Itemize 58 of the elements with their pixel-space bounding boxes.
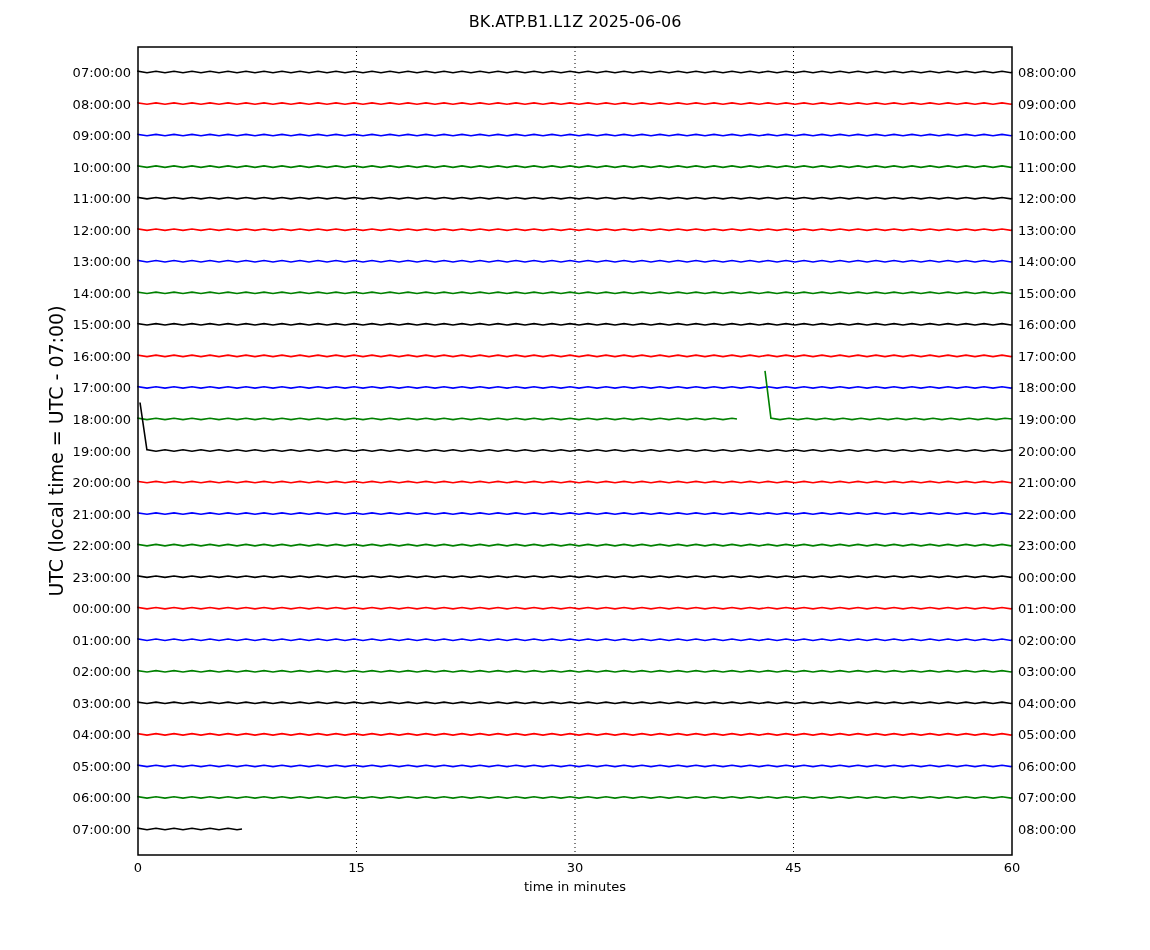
y-tick-label: 16:00:00 — [1018, 317, 1077, 333]
y-tick-label: 16:00:00 — [72, 348, 131, 364]
y-tick-label: 22:00:00 — [1018, 506, 1077, 522]
y-tick-label: 14:00:00 — [1018, 254, 1077, 270]
x-axis-label: time in minutes — [523, 879, 627, 894]
y-tick-label: 04:00:00 — [72, 727, 131, 743]
x-tick-label: 45 — [785, 860, 802, 875]
y-tick-label: 05:00:00 — [1018, 727, 1077, 743]
y-tick-label: 08:00:00 — [72, 96, 131, 112]
y-tick-label: 09:00:00 — [72, 128, 131, 144]
y-tick-label: 05:00:00 — [72, 758, 131, 774]
y-tick-label: 00:00:00 — [1018, 569, 1077, 585]
y-tick-label: 13:00:00 — [72, 254, 131, 270]
y-tick-label: 11:00:00 — [72, 191, 131, 207]
y-tick-label: 17:00:00 — [72, 380, 131, 396]
y-tick-label: 19:00:00 — [72, 443, 131, 459]
y-tick-label: 19:00:00 — [1018, 411, 1077, 427]
y-tick-label: 06:00:00 — [1018, 758, 1077, 774]
y-tick-label: 14:00:00 — [72, 285, 131, 301]
x-tick-label: 60 — [1003, 860, 1021, 875]
y-tick-label: 07:00:00 — [72, 822, 131, 837]
y-tick-label: 21:00:00 — [72, 506, 131, 522]
y-tick-label: 20:00:00 — [1018, 443, 1077, 459]
y-tick-label: 15:00:00 — [1018, 285, 1077, 301]
y-tick-label: 10:00:00 — [1018, 128, 1077, 144]
y-tick-label: 01:00:00 — [1018, 601, 1077, 617]
chart-title: BK.ATP.B1.L1Z 2025-06-06 — [468, 12, 682, 31]
y-tick-label: 11:00:00 — [1018, 159, 1077, 175]
y-tick-label: 02:00:00 — [72, 664, 131, 680]
y-tick-label: 12:00:00 — [1018, 191, 1077, 207]
y-tick-label: 06:00:00 — [72, 790, 131, 806]
y-tick-label: 12:00:00 — [72, 222, 131, 238]
y-tick-label: 18:00:00 — [1018, 380, 1077, 396]
y-tick-label: 08:00:00 — [1018, 65, 1077, 80]
x-tick-label: 30 — [566, 860, 584, 875]
y-tick-label: 03:00:00 — [1018, 664, 1077, 680]
x-tick-label: 0 — [133, 860, 143, 875]
y-tick-label: 20:00:00 — [72, 475, 131, 491]
y-tick-label: 15:00:00 — [72, 317, 131, 333]
y-tick-label: 10:00:00 — [72, 159, 131, 175]
y-tick-label: 00:00:00 — [72, 601, 131, 617]
y-tick-label: 23:00:00 — [1018, 538, 1077, 554]
y-tick-label: 17:00:00 — [1018, 348, 1077, 364]
y-tick-label: 07:00:00 — [1018, 790, 1077, 806]
y-axis-label: UTC (local time = UTC - 07:00) — [45, 305, 67, 597]
y-tick-label: 21:00:00 — [1018, 475, 1077, 491]
y-tick-label: 22:00:00 — [72, 538, 131, 554]
y-tick-label: 08:00:00 — [1018, 822, 1077, 837]
y-tick-label: 01:00:00 — [72, 632, 131, 648]
y-tick-label: 02:00:00 — [1018, 632, 1077, 648]
y-tick-label: 23:00:00 — [72, 569, 131, 585]
y-tick-label: 04:00:00 — [1018, 695, 1077, 711]
y-tick-label: 07:00:00 — [72, 65, 131, 80]
x-tick-label: 15 — [348, 860, 365, 875]
y-tick-label: 18:00:00 — [72, 411, 131, 427]
y-tick-label: 09:00:00 — [1018, 96, 1077, 112]
y-tick-label: 13:00:00 — [1018, 222, 1077, 238]
y-tick-label: 03:00:00 — [72, 695, 131, 711]
